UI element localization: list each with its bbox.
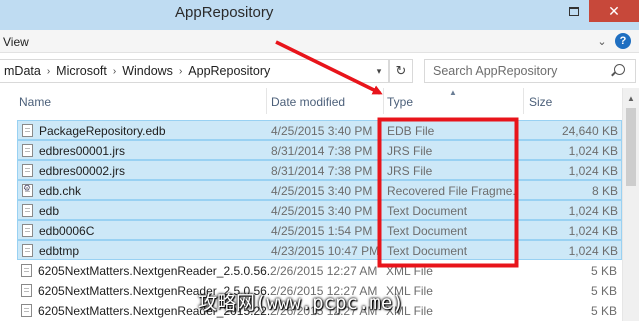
file-type: Text Document bbox=[387, 204, 468, 218]
file-row[interactable]: edbtmp 4/23/2015 10:47 PM Text Document … bbox=[17, 240, 622, 260]
file-name: edbtmp bbox=[39, 244, 80, 258]
title-bar: AppRepository ✕ bbox=[0, 0, 639, 30]
file-icon bbox=[22, 204, 33, 217]
settings-file-icon bbox=[22, 183, 33, 197]
column-divider[interactable] bbox=[266, 88, 267, 114]
file-type: XML File bbox=[386, 284, 433, 298]
file-size: 5 KB bbox=[590, 284, 617, 298]
file-name: edbres00002.jrs bbox=[39, 164, 126, 178]
column-size[interactable]: Size bbox=[529, 95, 552, 109]
column-date-modified[interactable]: Date modified bbox=[271, 95, 345, 109]
file-row[interactable]: 6205NextMatters.NextgenReader_2.5.0.56..… bbox=[17, 261, 622, 281]
file-type: EDB File bbox=[387, 124, 435, 138]
window-title: AppRepository bbox=[175, 4, 274, 21]
file-type: JRS File bbox=[387, 164, 433, 178]
file-icon bbox=[21, 304, 32, 317]
file-date: 2/26/2015 12:27 AM bbox=[270, 264, 378, 278]
close-button[interactable]: ✕ bbox=[589, 0, 639, 22]
refresh-button[interactable]: ↻ bbox=[389, 59, 413, 83]
file-date: 4/23/2015 10:47 PM bbox=[271, 244, 380, 258]
maximize-icon bbox=[569, 6, 579, 16]
file-icon bbox=[21, 264, 32, 277]
file-date: 4/25/2015 1:54 PM bbox=[271, 224, 373, 238]
file-name: edb bbox=[39, 204, 60, 218]
file-size: 1,024 KB bbox=[568, 204, 618, 218]
file-date: 4/25/2015 3:40 PM bbox=[271, 184, 373, 198]
file-size: 1,024 KB bbox=[568, 224, 618, 238]
file-type: Text Document bbox=[387, 244, 468, 258]
file-date: 8/31/2014 7:38 PM bbox=[271, 164, 373, 178]
file-icon bbox=[21, 284, 32, 297]
file-date: 4/25/2015 3:40 PM bbox=[271, 124, 373, 138]
file-date: 8/31/2014 7:38 PM bbox=[271, 144, 373, 158]
address-dropdown-icon[interactable]: ▾ bbox=[369, 59, 389, 83]
column-header: Name Date modified ▲ Type Size bbox=[0, 88, 622, 114]
column-divider[interactable] bbox=[383, 88, 384, 114]
file-row[interactable]: edb 4/25/2015 3:40 PM Text Document 1,02… bbox=[17, 200, 622, 220]
file-name: 6205NextMatters.NextgenReader_2.5.0.56..… bbox=[38, 264, 270, 278]
address-bar[interactable]: mData › Microsoft › Windows › AppReposit… bbox=[0, 59, 389, 83]
file-size: 5 KB bbox=[590, 264, 617, 278]
file-size: 8 KB bbox=[591, 184, 618, 198]
breadcrumb-item[interactable]: mData bbox=[0, 64, 45, 78]
file-row[interactable]: PackageRepository.edb 4/25/2015 3:40 PM … bbox=[17, 120, 622, 140]
sort-ascending-icon: ▲ bbox=[449, 88, 457, 97]
help-icon[interactable]: ? bbox=[615, 33, 631, 49]
column-divider[interactable] bbox=[523, 88, 524, 114]
file-size: 5 KB bbox=[590, 304, 617, 318]
file-row[interactable]: edb.chk 4/25/2015 3:40 PM Recovered File… bbox=[17, 180, 622, 200]
watermark: 攻略网(www.pcpc.me) bbox=[198, 292, 404, 314]
file-name: edbres00001.jrs bbox=[39, 144, 126, 158]
file-icon bbox=[22, 244, 33, 257]
breadcrumb-separator[interactable]: › bbox=[45, 66, 52, 77]
file-icon bbox=[22, 144, 33, 157]
file-size: 1,024 KB bbox=[568, 144, 618, 158]
maximize-button[interactable] bbox=[560, 0, 588, 22]
file-name: edb0006C bbox=[39, 224, 95, 238]
ribbon: View ⌄ ? bbox=[0, 30, 639, 53]
file-name: edb.chk bbox=[39, 184, 82, 198]
scroll-up-icon[interactable]: ▲ bbox=[627, 94, 635, 103]
chevron-down-icon[interactable]: ⌄ bbox=[594, 33, 610, 49]
file-date: 4/25/2015 3:40 PM bbox=[271, 204, 373, 218]
file-icon bbox=[22, 164, 33, 177]
file-type: XML File bbox=[386, 264, 433, 278]
file-icon bbox=[22, 124, 33, 137]
file-row[interactable]: edbres00002.jrs 8/31/2014 7:38 PM JRS Fi… bbox=[17, 160, 622, 180]
file-type: Text Document bbox=[387, 224, 468, 238]
ribbon-tab-view[interactable]: View bbox=[3, 35, 29, 49]
breadcrumb-separator[interactable]: › bbox=[111, 66, 118, 77]
address-row: mData › Microsoft › Windows › AppReposit… bbox=[0, 54, 639, 88]
file-size: 24,640 KB bbox=[561, 124, 618, 138]
search-input[interactable]: Search AppRepository bbox=[424, 59, 636, 83]
file-type: XML File bbox=[386, 304, 433, 318]
file-type: Recovered File Fragme... bbox=[387, 184, 519, 198]
file-row[interactable]: edb0006C 4/25/2015 1:54 PM Text Document… bbox=[17, 220, 622, 240]
scrollbar-thumb[interactable] bbox=[626, 108, 636, 186]
breadcrumb-item[interactable]: AppRepository bbox=[184, 64, 274, 78]
file-type: JRS File bbox=[387, 144, 433, 158]
breadcrumb-separator[interactable]: › bbox=[177, 66, 184, 77]
file-size: 1,024 KB bbox=[568, 244, 618, 258]
breadcrumb-item[interactable]: Microsoft bbox=[52, 64, 111, 78]
column-type[interactable]: Type bbox=[387, 95, 413, 109]
column-name[interactable]: Name bbox=[19, 95, 51, 109]
breadcrumb-item[interactable]: Windows bbox=[118, 64, 177, 78]
file-name: PackageRepository.edb bbox=[39, 124, 166, 138]
file-icon bbox=[22, 224, 33, 237]
file-size: 1,024 KB bbox=[568, 164, 618, 178]
search-icon[interactable] bbox=[614, 64, 625, 75]
vertical-scrollbar[interactable]: ▲ bbox=[622, 88, 639, 321]
file-row[interactable]: edbres00001.jrs 8/31/2014 7:38 PM JRS Fi… bbox=[17, 140, 622, 160]
